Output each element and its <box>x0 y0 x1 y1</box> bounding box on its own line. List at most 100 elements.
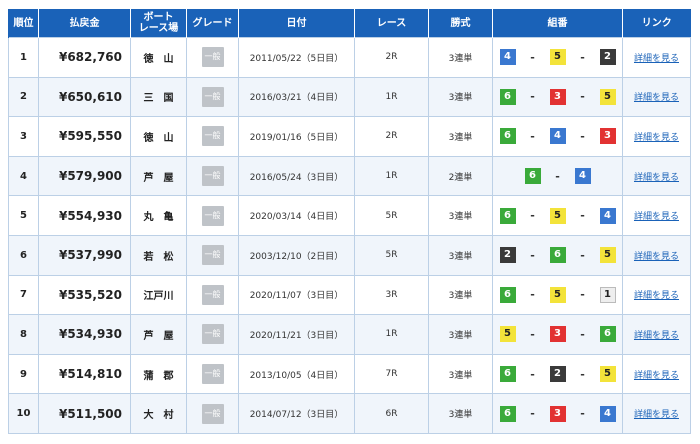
boat-number-badge: 4 <box>599 207 616 224</box>
combination-group: 6-2-5 <box>493 366 622 383</box>
combo-separator: - <box>530 288 535 302</box>
cell-bet-type: 3連単 <box>428 274 493 316</box>
header-race: レース <box>354 9 429 38</box>
boat-number-badge: 5 <box>549 286 566 303</box>
cell-stadium: 徳 山 <box>130 116 187 157</box>
boat-number-badge: 5 <box>599 88 616 105</box>
cell-link: 詳細を見る <box>622 314 691 355</box>
combination-group: 6-5-4 <box>493 207 622 224</box>
cell-race: 7R <box>354 353 429 395</box>
detail-link[interactable]: 詳細を見る <box>634 410 679 420</box>
boat-number-badge: 1 <box>599 286 616 303</box>
cell-link: 詳細を見る <box>622 116 691 157</box>
payout-ranking-table-wrapper: 順位 払戻金 ボート レース場 グレード 日付 レース 勝式 組番 リンク 1 ¥6… <box>8 9 691 434</box>
cell-link: 詳細を見る <box>622 195 691 236</box>
combo-separator: - <box>530 327 535 341</box>
cell-grade: 一般 <box>186 314 239 355</box>
grade-badge: 一般 <box>201 245 224 266</box>
header-stadium-line1: ボート <box>143 12 174 23</box>
cell-stadium: 江戸川 <box>130 274 187 316</box>
cell-rank: 10 <box>8 393 39 434</box>
payout-ranking-table: 順位 払戻金 ボート レース場 グレード 日付 レース 勝式 組番 リンク 1 ¥6… <box>8 9 691 434</box>
grade-badge: 一般 <box>201 403 224 424</box>
detail-link[interactable]: 詳細を見る <box>634 54 679 64</box>
grade-badge: 一般 <box>201 205 224 226</box>
combination-group: 6-4-3 <box>493 128 622 145</box>
detail-link[interactable]: 詳細を見る <box>634 291 679 301</box>
header-stadium-line2: レース場 <box>138 23 179 34</box>
grade-badge: 一般 <box>201 47 224 68</box>
cell-rank: 9 <box>8 353 39 395</box>
boat-number-badge: 6 <box>499 88 516 105</box>
cell-grade: 一般 <box>186 195 239 236</box>
boat-number-badge: 6 <box>549 247 566 264</box>
cell-bet-type: 3連単 <box>428 234 493 276</box>
cell-stadium: 芦 屋 <box>130 314 187 355</box>
boat-number-badge: 3 <box>549 405 566 422</box>
combination-group: 4-5-2 <box>493 49 622 66</box>
detail-link[interactable]: 詳細を見る <box>634 133 679 143</box>
cell-bet-type: 3連単 <box>428 37 493 78</box>
detail-link[interactable]: 詳細を見る <box>634 173 679 183</box>
detail-link[interactable]: 詳細を見る <box>634 252 679 262</box>
cell-stadium: 三 国 <box>130 76 187 118</box>
boat-number-badge: 3 <box>549 326 566 343</box>
detail-link[interactable]: 詳細を見る <box>634 371 679 381</box>
detail-link[interactable]: 詳細を見る <box>634 212 679 222</box>
cell-combination: 5-3-6 <box>492 314 623 355</box>
cell-date: 2020/11/07（3日目） <box>238 274 355 316</box>
grade-badge: 一般 <box>201 126 224 147</box>
detail-link[interactable]: 詳細を見る <box>634 93 679 103</box>
combo-separator: - <box>580 367 585 381</box>
cell-grade: 一般 <box>186 37 239 78</box>
cell-combination: 4-5-2 <box>492 37 623 78</box>
cell-race: 5R <box>354 234 429 276</box>
combination-group: 6-3-4 <box>493 405 622 422</box>
cell-rank: 8 <box>8 314 39 355</box>
cell-combination: 6-3-4 <box>492 393 623 434</box>
detail-link[interactable]: 詳細を見る <box>634 331 679 341</box>
boat-number-badge: 6 <box>499 128 516 145</box>
boat-number-badge: 4 <box>549 128 566 145</box>
combination-group: 5-3-6 <box>493 326 622 343</box>
cell-payout: ¥595,550 <box>38 116 131 157</box>
combination-group: 6-3-5 <box>493 88 622 105</box>
combo-separator: - <box>580 209 585 223</box>
cell-payout: ¥579,900 <box>38 155 131 197</box>
combo-separator: - <box>555 169 560 183</box>
boat-number-badge: 5 <box>599 247 616 264</box>
cell-date: 2020/11/21（3日目） <box>238 314 355 355</box>
cell-rank: 2 <box>8 76 39 118</box>
boat-number-badge: 5 <box>549 49 566 66</box>
header-payout: 払戻金 <box>38 9 131 38</box>
table-header-row: 順位 払戻金 ボート レース場 グレード 日付 レース 勝式 組番 リンク <box>8 9 691 38</box>
cell-date: 2016/05/24（3日目） <box>238 155 355 197</box>
header-grade: グレード <box>186 9 239 38</box>
combination-group: 2-6-5 <box>493 247 622 264</box>
cell-stadium: 大 村 <box>130 393 187 434</box>
boat-number-badge: 4 <box>499 49 516 66</box>
cell-combination: 6-5-4 <box>492 195 623 236</box>
boat-number-badge: 5 <box>549 207 566 224</box>
cell-grade: 一般 <box>186 76 239 118</box>
header-combination: 組番 <box>492 9 623 38</box>
cell-grade: 一般 <box>186 234 239 276</box>
table-row: 5 ¥554,930 丸 亀一般 2020/03/14（4日目） 5R 3連単 6-5-4 詳… <box>8 195 691 236</box>
combo-separator: - <box>530 407 535 421</box>
cell-race: 6R <box>354 393 429 434</box>
cell-race: 2R <box>354 116 429 157</box>
cell-stadium: 若 松 <box>130 234 187 276</box>
cell-grade: 一般 <box>186 393 239 434</box>
cell-payout: ¥554,930 <box>38 195 131 236</box>
header-bet-type: 勝式 <box>428 9 493 38</box>
boat-number-badge: 2 <box>549 366 566 383</box>
boat-number-badge: 6 <box>499 286 516 303</box>
table-row: 7 ¥535,520 江戸川 一般 2020/11/07（3日目） 3R 3連単 6-5-1 詳… <box>8 274 691 316</box>
boat-number-badge: 6 <box>524 168 541 185</box>
boat-number-badge: 6 <box>599 326 616 343</box>
combo-separator: - <box>530 367 535 381</box>
cell-combination: 6-5-1 <box>492 274 623 316</box>
cell-rank: 4 <box>8 155 39 197</box>
cell-date: 2014/07/12（3日目） <box>238 393 355 434</box>
cell-payout: ¥682,760 <box>38 37 131 78</box>
